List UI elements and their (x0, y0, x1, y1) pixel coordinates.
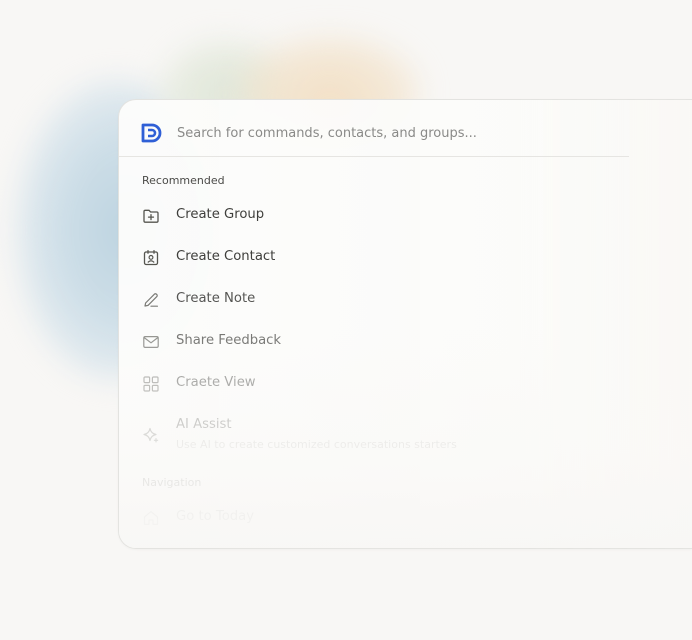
command-label: Create Note (176, 291, 256, 306)
command-share-feedback[interactable]: Share Feedback (119, 322, 589, 362)
home-icon (143, 511, 159, 525)
command-create-note[interactable]: Create Note (119, 280, 589, 320)
grid-icon (143, 376, 159, 392)
section-label-recommended: Recommended (142, 174, 225, 187)
command-ai-assist[interactable]: AI Assist Use AI to create customized co… (119, 406, 589, 458)
command-label: Share Feedback (176, 333, 282, 348)
command-create-group[interactable]: Create Group (119, 196, 589, 236)
folder-plus-icon (143, 209, 159, 223)
command-label: AI Assist (176, 417, 232, 432)
mail-icon (143, 335, 159, 349)
command-label: Create Group (176, 207, 265, 222)
app-logo-icon (141, 123, 162, 143)
command-label: Go to Today (176, 509, 255, 524)
section-label-navigation: Navigation (142, 476, 202, 489)
command-description: Use AI to create customized conversation… (176, 438, 457, 451)
search-bar (119, 100, 629, 157)
command-go-to-today[interactable]: Go to Today (119, 498, 589, 538)
command-create-contact[interactable]: Create Contact (119, 238, 589, 278)
sparkle-icon (143, 427, 159, 443)
contact-card-icon (143, 249, 159, 266)
search-input[interactable] (177, 122, 617, 144)
command-create-view[interactable]: Craete View (119, 364, 589, 404)
pencil-icon (144, 293, 158, 307)
command-label: Create Contact (176, 249, 276, 264)
command-palette: Recommended Create Group Create Contact … (118, 99, 692, 549)
command-label: Craete View (176, 375, 256, 390)
